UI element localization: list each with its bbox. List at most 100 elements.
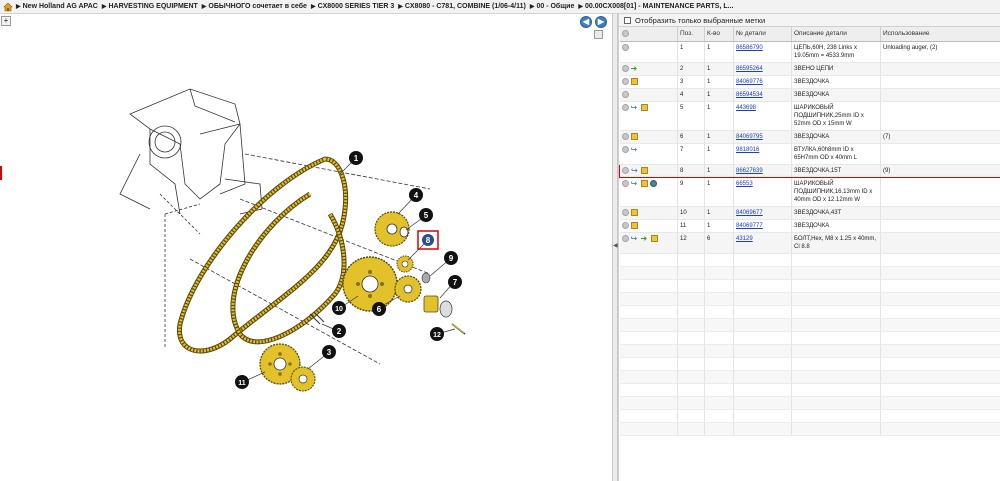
sprocket-3[interactable] [290, 366, 316, 392]
qty-cell: 1 [704, 41, 734, 63]
breadcrumb-item[interactable]: ▶ New Holland AG APAC [16, 3, 98, 10]
filter-bar[interactable]: Отобразить только выбранные метки [619, 14, 1000, 27]
add-to-cart-icon[interactable] [621, 235, 629, 243]
qty-cell: 1 [704, 143, 734, 165]
callout-7[interactable]: 7 [448, 275, 462, 289]
col-desc[interactable]: Описание детали [791, 27, 881, 42]
forward-arrow-icon[interactable]: ➜ [641, 235, 649, 243]
bushing-7[interactable] [423, 295, 453, 318]
package-icon[interactable] [650, 235, 658, 243]
forward-arrow-icon[interactable]: ➜ [631, 64, 639, 72]
back-button[interactable]: ◀ [580, 16, 592, 28]
empty-cell [619, 409, 678, 424]
col-part[interactable]: № детали [733, 27, 792, 42]
part-number-link[interactable]: 43129 [733, 232, 792, 255]
add-to-cart-icon[interactable] [621, 43, 629, 51]
sprocket-8[interactable] [396, 255, 414, 273]
table-row[interactable]: ↪ 5 1 443698 ШАРИКОВЫЙ ПОДШИПНИК,25mm ID x 5… [619, 101, 1000, 131]
part-number-link[interactable]: 443698 [733, 101, 792, 131]
package-icon[interactable] [630, 77, 638, 85]
sprocket-10[interactable] [342, 256, 398, 312]
part-number-link[interactable]: 86627639 [733, 163, 792, 178]
part-number-link[interactable]: 84069776 [733, 75, 792, 89]
add-to-cart-icon[interactable] [622, 166, 629, 174]
select-all-header[interactable] [619, 27, 678, 42]
description-cell: ШАРИКОВЫЙ ПОДШИПНИК,16.13mm ID x 40mm OD… [791, 177, 881, 207]
col-qty[interactable]: К-во [704, 27, 734, 42]
add-icon[interactable] [621, 30, 629, 38]
part-number-link[interactable]: 84069677 [733, 206, 792, 220]
col-usage[interactable]: Использование [880, 27, 1000, 42]
filter-checkbox[interactable] [624, 16, 631, 24]
forward-button[interactable]: ▶ [595, 16, 607, 28]
parts-diagram[interactable]: 1 4 5 8 9 7 6 10 2 3 11 12 [0, 34, 612, 474]
callout-3[interactable]: 3 [322, 345, 336, 359]
replacement-arrow-icon[interactable]: ↪ [631, 145, 639, 153]
callout-10[interactable]: 10 [332, 301, 346, 315]
replacement-arrow-icon[interactable]: ↪ [631, 235, 639, 243]
callout-4[interactable]: 4 [409, 188, 423, 202]
empty-cell [733, 318, 792, 333]
part-number-link[interactable]: 86586790 [733, 41, 792, 63]
breadcrumb-item[interactable]: ▶ 00 - Общие [530, 3, 575, 10]
breadcrumb-item[interactable]: ▶ 00.00CX008[01] - MAINTENANCE PARTS, L..… [578, 3, 733, 10]
bearing-9[interactable] [421, 272, 431, 284]
part-number-link[interactable]: 84069795 [733, 130, 792, 144]
callout-2[interactable]: 2 [332, 324, 346, 338]
part-number-link[interactable]: 84069777 [733, 219, 792, 234]
table-row[interactable]: ➜ 2 1 86595264 ЗВЕНО ЦЕПИ [619, 62, 1000, 76]
add-to-cart-icon[interactable] [621, 179, 629, 187]
callout-label: 3 [327, 348, 332, 357]
replacement-arrow-icon[interactable]: ↪ [631, 166, 639, 174]
package-icon[interactable] [640, 103, 648, 111]
add-to-cart-icon[interactable] [621, 64, 629, 72]
kit-icon[interactable] [649, 179, 657, 187]
replacement-arrow-icon[interactable]: ↪ [631, 103, 639, 111]
part-number-link[interactable]: 66553 [733, 177, 792, 207]
package-icon[interactable] [641, 166, 648, 174]
breadcrumb-item[interactable]: ▶ ОБЫЧНОГО сочетает в себе [202, 3, 307, 10]
table-row[interactable]: ↪ 7 1 9818016 ВТУЛКА,60h8mm ID x 65H7mm OD x… [619, 143, 1000, 165]
callout-9[interactable]: 9 [444, 251, 458, 265]
add-to-cart-icon[interactable] [621, 103, 629, 111]
table-row[interactable]: ↪ 8 1 86627639 ЗВЕЗДОЧКА,15T (9) [619, 163, 1000, 178]
add-to-cart-icon[interactable] [621, 77, 629, 85]
breadcrumb-item[interactable]: ▶ CX8000 SERIES TIER 3 [311, 3, 394, 10]
sprocket-6[interactable] [394, 275, 422, 303]
collapse-left-icon[interactable]: ◀ [613, 242, 618, 252]
replacement-arrow-icon[interactable]: ↪ [631, 179, 639, 187]
table-row[interactable]: ↪ 9 1 66553 ШАРИКОВЫЙ ПОДШИПНИК,16.13mm ID x… [619, 177, 1000, 207]
breadcrumb-item[interactable]: ▶ HARVESTING EQUIPMENT [102, 3, 198, 10]
add-to-cart-icon[interactable] [621, 208, 629, 216]
table-row[interactable]: 3 1 84069776 ЗВЕЗДОЧКА [619, 75, 1000, 89]
part-number-link[interactable]: 9818016 [733, 143, 792, 165]
package-icon[interactable] [630, 132, 638, 140]
zoom-in-button[interactable]: + [1, 16, 11, 26]
table-row[interactable]: ↪ ➜ 12 6 43129 БОЛТ,Hex, M8 x 1.25 x 40mm, Cl… [619, 232, 1000, 255]
table-row[interactable]: 1 1 86586790 ЦЕПЬ,60H, 238 Links x 19.05mm … [619, 41, 1000, 63]
add-to-cart-icon[interactable] [621, 90, 629, 98]
table-row[interactable]: 10 1 84069677 ЗВЕЗДОЧКА,43T [619, 206, 1000, 220]
home-icon[interactable] [3, 2, 13, 12]
table-row[interactable]: 4 1 86594534 ЗВЕЗДОЧКА [619, 88, 1000, 102]
package-icon[interactable] [640, 179, 648, 187]
bearing-5[interactable] [399, 226, 409, 238]
callout-5[interactable]: 5 [419, 208, 433, 222]
part-number-link[interactable]: 86595264 [733, 62, 792, 76]
table-row[interactable]: 6 1 84069795 ЗВЕЗДОЧКА (7) [619, 130, 1000, 144]
col-pos[interactable]: Поз. [677, 27, 705, 42]
callout-12[interactable]: 12 [430, 327, 444, 341]
callout-6[interactable]: 6 [372, 302, 386, 316]
breadcrumb-item[interactable]: ▶ CX8080 - C781, COMBINE (1/06-4/11) [398, 3, 526, 10]
add-to-cart-icon[interactable] [621, 145, 629, 153]
callout-11[interactable]: 11 [235, 375, 249, 389]
empty-cell [791, 253, 881, 268]
callout-8[interactable]: 8 [417, 230, 439, 250]
add-to-cart-icon[interactable] [621, 221, 629, 229]
package-icon[interactable] [630, 221, 638, 229]
part-number-link[interactable]: 86594534 [733, 88, 792, 102]
add-to-cart-icon[interactable] [621, 132, 629, 140]
package-icon[interactable] [630, 208, 638, 216]
table-row[interactable]: 11 1 84069777 ЗВЕЗДОЧКА [619, 219, 1000, 234]
callout-1[interactable]: 1 [349, 151, 363, 165]
